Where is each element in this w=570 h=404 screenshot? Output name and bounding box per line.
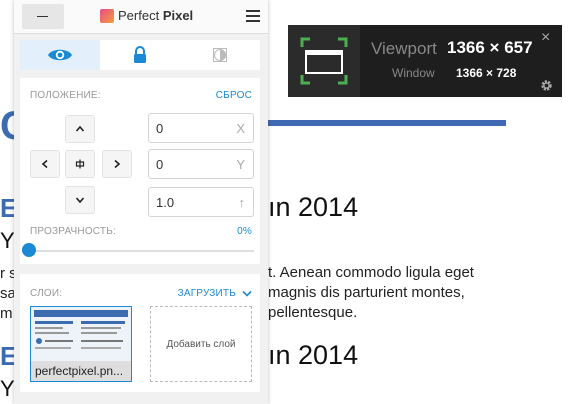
chevron-down-icon[interactable] — [242, 290, 252, 298]
position-card: ПОЛОЖЕНИЕ: СБРОС 0 X 0 Y 1.0 ↑ ПРОЗРАЧНО… — [20, 78, 260, 264]
chevron-left-icon — [41, 159, 48, 169]
scale-input[interactable]: 1.0 ↑ — [148, 187, 254, 217]
viewport-resize-icon — [300, 37, 348, 85]
position-label: ПОЛОЖЕНИЕ: — [30, 90, 101, 101]
layers-card: СЛОИ: ЗАГРУЗИТЬ perfectpixel.pn... Добав… — [20, 274, 260, 392]
paragraph-line: magnis dis parturient montes, — [268, 284, 465, 301]
panel-title: Perfect Pixel — [118, 8, 193, 23]
perfect-pixel-panel: Perfect Pixel ПОЛОЖЕНИЕ: СБРОС 0 X 0 Y 1… — [14, 0, 268, 404]
page-paragraph: t. Aenean commodo ligula eget magnis dis… — [268, 263, 568, 323]
minimize-button[interactable] — [22, 4, 64, 29]
page-accent-bar — [262, 120, 506, 126]
scale-value: 1.0 — [156, 195, 175, 210]
gear-icon[interactable] — [540, 79, 553, 92]
page-heading-1: ın 2014 — [268, 192, 359, 222]
x-value: 0 — [156, 121, 164, 136]
close-icon[interactable]: × — [541, 29, 550, 47]
reset-link[interactable]: СБРОС — [216, 90, 252, 101]
viewport-size-widget: Viewport 1366 × 657 Window 1366 × 728 × — [288, 25, 562, 97]
paragraph-line: t. Aenean commodo ligula eget — [268, 264, 474, 281]
opacity-slider-handle[interactable] — [22, 243, 36, 257]
chevron-up-icon — [75, 125, 85, 132]
layer-filename: perfectpixel.pn... — [31, 361, 131, 381]
center-icon — [75, 159, 85, 169]
window-label: Window — [392, 66, 435, 80]
title-plain: Perfect — [118, 8, 160, 23]
move-down-button[interactable] — [65, 186, 95, 214]
title-bold: Pixel — [162, 8, 194, 23]
chevron-right-icon — [114, 159, 121, 169]
x-suffix: X — [236, 121, 245, 136]
chevron-down-icon — [75, 197, 85, 204]
panel-header: Perfect Pixel — [14, 0, 268, 34]
move-left-button[interactable] — [30, 150, 60, 178]
add-layer-button[interactable]: Добавить слой — [150, 306, 252, 382]
page-heading-2: ın 2014 — [268, 340, 359, 370]
center-button[interactable] — [65, 150, 95, 178]
viewport-icon-box — [288, 25, 360, 97]
move-right-button[interactable] — [102, 150, 132, 178]
opacity-value: 0% — [237, 226, 252, 237]
layer-thumbnail[interactable]: perfectpixel.pn... — [30, 306, 132, 382]
invert-colors-icon — [213, 48, 227, 62]
move-up-button[interactable] — [65, 115, 95, 143]
layers-label: СЛОИ: — [30, 288, 63, 299]
panel-tabs — [20, 40, 260, 70]
tab-visibility[interactable] — [20, 40, 100, 70]
page-left-letter-y2: Y — [0, 376, 15, 401]
eye-icon — [48, 49, 72, 61]
hamburger-menu-icon[interactable] — [246, 10, 260, 25]
minimize-icon — [37, 16, 48, 17]
y-position-input[interactable]: 0 Y — [148, 149, 254, 179]
viewport-value: 1366 × 657 — [447, 38, 533, 57]
lock-icon — [134, 46, 146, 63]
tab-invert[interactable] — [180, 40, 260, 70]
y-value: 0 — [156, 157, 164, 172]
viewport-label: Viewport — [371, 39, 437, 58]
perfect-pixel-logo-icon — [100, 9, 114, 23]
scale-arrow-icon: ↑ — [238, 195, 246, 210]
opacity-label: ПРОЗРАЧНОСТЬ: — [30, 226, 116, 237]
page-left-letter-y1: Y — [0, 228, 15, 253]
page-left-text-m: m — [0, 305, 13, 322]
load-layer-link[interactable]: ЗАГРУЗИТЬ — [178, 288, 236, 299]
paragraph-line: pellentesque. — [268, 304, 358, 321]
window-value: 1366 × 728 — [456, 66, 517, 80]
opacity-slider-track[interactable] — [36, 250, 254, 252]
tab-lock[interactable] — [100, 40, 180, 70]
x-position-input[interactable]: 0 X — [148, 113, 254, 143]
y-suffix: Y — [236, 157, 245, 172]
